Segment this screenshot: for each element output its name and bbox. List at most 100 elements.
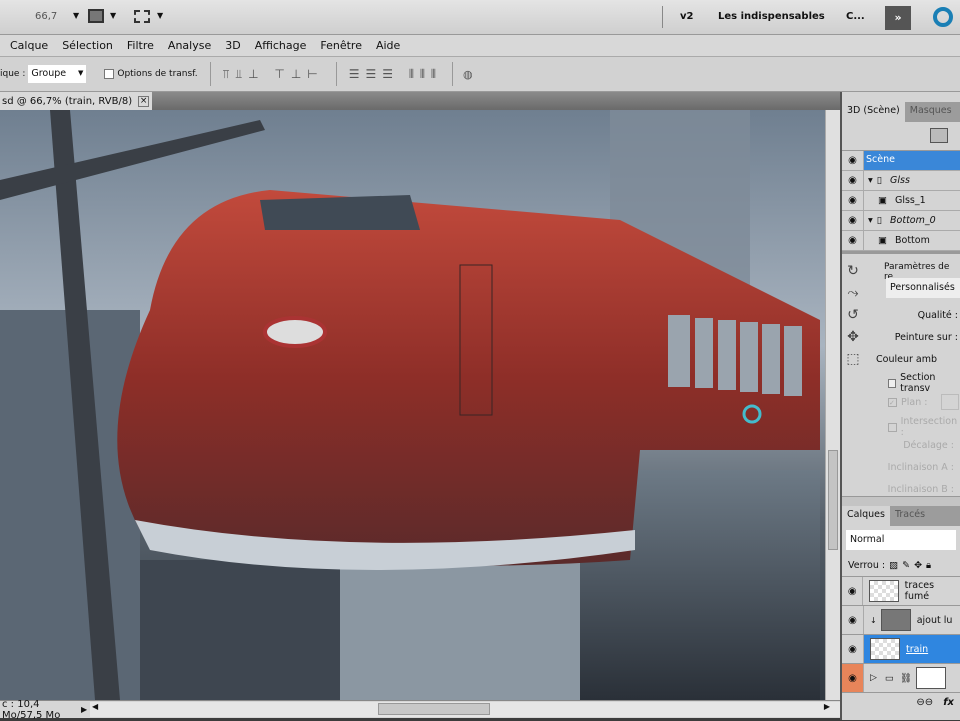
tree-item-scene[interactable]: ◉ Scène — [842, 150, 960, 171]
view-extras-icon[interactable] — [88, 9, 104, 23]
transform-controls-checkbox[interactable] — [104, 69, 115, 79]
tree-label: Bottom — [894, 235, 930, 246]
document-canvas[interactable] — [0, 110, 825, 700]
lock-row: Verrou : ▨ ✎ ✥ 🔒︎ — [842, 554, 960, 576]
tab-3d-scene[interactable]: 3D (Scène) — [842, 102, 905, 122]
blend-mode-dropdown[interactable]: Normal — [846, 530, 956, 550]
canvas-image — [0, 110, 821, 700]
chevron-down-icon[interactable]: ▼ — [110, 11, 116, 20]
visibility-icon[interactable]: ◉ — [842, 190, 864, 211]
layer-group-item[interactable]: ◉ ▷ ▭ ⛓ — [842, 664, 960, 693]
rotate-3d-icon[interactable]: ↻ — [842, 260, 864, 282]
scene-tree: ◉ Scène ◉ ▾ ▯ Glss ◉ ▣ Glss_1 ◉ ▾ ▯ Bottom_0 ◉ ▣ Bo… — [842, 150, 960, 251]
lock-all-icon[interactable]: 🔒︎ — [926, 560, 931, 571]
document-size: c : 10,4 Mo/57,5 Mo — [2, 698, 61, 721]
mesh-icon: ▯ — [876, 175, 883, 186]
link-icon: ⛓ — [899, 672, 912, 684]
folder-icon: ▭ — [884, 672, 894, 684]
intersection-checkbox[interactable] — [888, 422, 897, 432]
offset-label: Décalage : — [903, 439, 954, 451]
menu-analyse[interactable]: Analyse — [168, 39, 211, 52]
expand-triangle-icon[interactable]: ▾ — [868, 215, 873, 226]
menu-affichage[interactable]: Affichage — [255, 39, 307, 52]
visibility-icon[interactable]: ◉ — [842, 606, 864, 634]
expand-workspaces-button[interactable]: » — [885, 6, 911, 30]
plane-checkbox[interactable]: ✓ — [888, 397, 897, 407]
menu-selection[interactable]: Sélection — [62, 39, 113, 52]
scrollbar-thumb[interactable] — [828, 450, 838, 550]
cs-live-icon[interactable] — [933, 7, 953, 27]
render-settings: ↻ ⤳ ↺ ✥ ⬚ Paramètres de re Personnalisés Qua… — [842, 251, 960, 496]
scroll-left-icon[interactable]: ◀ — [92, 702, 98, 711]
scale-3d-icon[interactable]: ⬚ — [842, 348, 864, 370]
tree-item-bottom[interactable]: ◉ ▣ Bottom — [842, 230, 960, 251]
tree-item-glss[interactable]: ◉ ▾ ▯ Glss — [842, 170, 960, 191]
menu-calque[interactable]: Calque — [10, 39, 48, 52]
pan-3d-icon[interactable]: ↺ — [842, 304, 864, 326]
tab-calques[interactable]: Calques — [842, 506, 890, 526]
auto-select-value: Groupe — [31, 68, 67, 79]
auto-align-icon[interactable]: ◍ — [463, 68, 473, 81]
visibility-icon[interactable]: ◉ — [842, 170, 864, 191]
chevron-down-icon[interactable]: ▼ — [157, 11, 163, 20]
layer-item[interactable]: ◉ ↓ ajout lu — [842, 606, 960, 635]
scrollbar-thumb[interactable] — [378, 703, 490, 715]
plane-color-swatch[interactable] — [941, 394, 960, 410]
visibility-icon[interactable]: ◉ — [842, 230, 864, 251]
layer-item[interactable]: ◉ traces fumé — [842, 577, 960, 606]
lock-pixels-icon[interactable]: ✎ — [902, 560, 910, 571]
tree-item-bottom-0[interactable]: ◉ ▾ ▯ Bottom_0 — [842, 210, 960, 231]
lock-transparency-icon[interactable]: ▨ — [889, 560, 898, 571]
right-panels: 3D (Scène) Masques ◉ Scène ◉ ▾ ▯ Glss ◉ ▣ Glss… — [840, 92, 960, 720]
expand-triangle-icon[interactable]: ▷ — [870, 673, 877, 683]
visibility-icon[interactable]: ◉ — [842, 150, 864, 171]
lock-position-icon[interactable]: ✥ — [914, 560, 922, 571]
menu-bar: Calque Sélection Filtre Analyse 3D Affic… — [0, 35, 960, 57]
slide-3d-icon[interactable]: ✥ — [842, 326, 864, 348]
expand-triangle-icon[interactable]: ▾ — [868, 175, 873, 186]
chevron-down-icon[interactable]: ▼ — [73, 11, 79, 20]
cross-section-checkbox[interactable] — [888, 378, 897, 388]
scene-filter-icon[interactable] — [930, 128, 948, 143]
plane-label: Plan : — [901, 396, 928, 408]
layer-name: traces fumé — [904, 580, 935, 602]
status-menu-arrow-icon[interactable]: ▶ — [81, 705, 87, 714]
fx-button[interactable]: fx — [943, 697, 954, 708]
visibility-icon[interactable]: ◉ — [842, 635, 864, 663]
align-icons[interactable]: ⫪⫫⊥ ⊤⊥⊢ — [223, 67, 324, 82]
close-icon[interactable]: × — [138, 95, 150, 107]
render-preset-dropdown[interactable]: Personnalisés — [886, 278, 960, 298]
roll-3d-icon[interactable]: ⤳ — [842, 282, 864, 304]
visibility-icon[interactable]: ◉ — [842, 664, 864, 692]
layer-item-selected[interactable]: ◉ train — [842, 635, 960, 664]
cross-section-row[interactable]: Section transv — [888, 372, 960, 394]
paint-on-label: Peinture sur : — [894, 331, 958, 343]
zoom-level-dropdown[interactable]: 66,7 — [35, 11, 57, 22]
mask-thumbnail — [915, 667, 946, 689]
menu-filtre[interactable]: Filtre — [127, 39, 154, 52]
layer-thumbnail — [869, 580, 899, 602]
tab-masques[interactable]: Masques — [905, 102, 957, 122]
distribute-icons[interactable]: ☰☰☰ ⫴⫴⫴ — [349, 67, 442, 82]
menu-fenetre[interactable]: Fenêtre — [320, 39, 362, 52]
link-layers-icon[interactable]: ⊖⊖ — [916, 697, 933, 708]
horizontal-scrollbar[interactable]: ◀ ▶ — [90, 702, 840, 717]
render-fields: Qualité : Peinture sur : Couleur amb — [872, 304, 960, 370]
visibility-icon[interactable]: ◉ — [842, 577, 864, 605]
scroll-right-icon[interactable]: ▶ — [824, 702, 830, 711]
tab-traces[interactable]: Tracés — [890, 506, 930, 526]
menu-3d[interactable]: 3D — [225, 39, 240, 52]
workspace-essentials[interactable]: Les indispensables — [718, 11, 825, 22]
visibility-icon[interactable]: ◉ — [842, 210, 864, 231]
layer-thumbnail — [870, 638, 900, 660]
status-bar: c : 10,4 Mo/57,5 Mo ▶ ◀ ▶ — [0, 698, 840, 721]
workspace-more[interactable]: C... — [846, 11, 865, 22]
auto-select-dropdown[interactable]: Groupe ▼ — [28, 65, 87, 83]
workspace-v2[interactable]: v2 — [680, 11, 693, 22]
screen-mode-icon[interactable] — [134, 10, 150, 23]
tree-item-glss-1[interactable]: ◉ ▣ Glss_1 — [842, 190, 960, 211]
auto-select-label: ique : — [0, 69, 26, 79]
vertical-scrollbar[interactable] — [825, 110, 840, 700]
document-tab[interactable]: sd @ 66,7% (train, RVB/8) × — [0, 92, 152, 110]
menu-aide[interactable]: Aide — [376, 39, 400, 52]
